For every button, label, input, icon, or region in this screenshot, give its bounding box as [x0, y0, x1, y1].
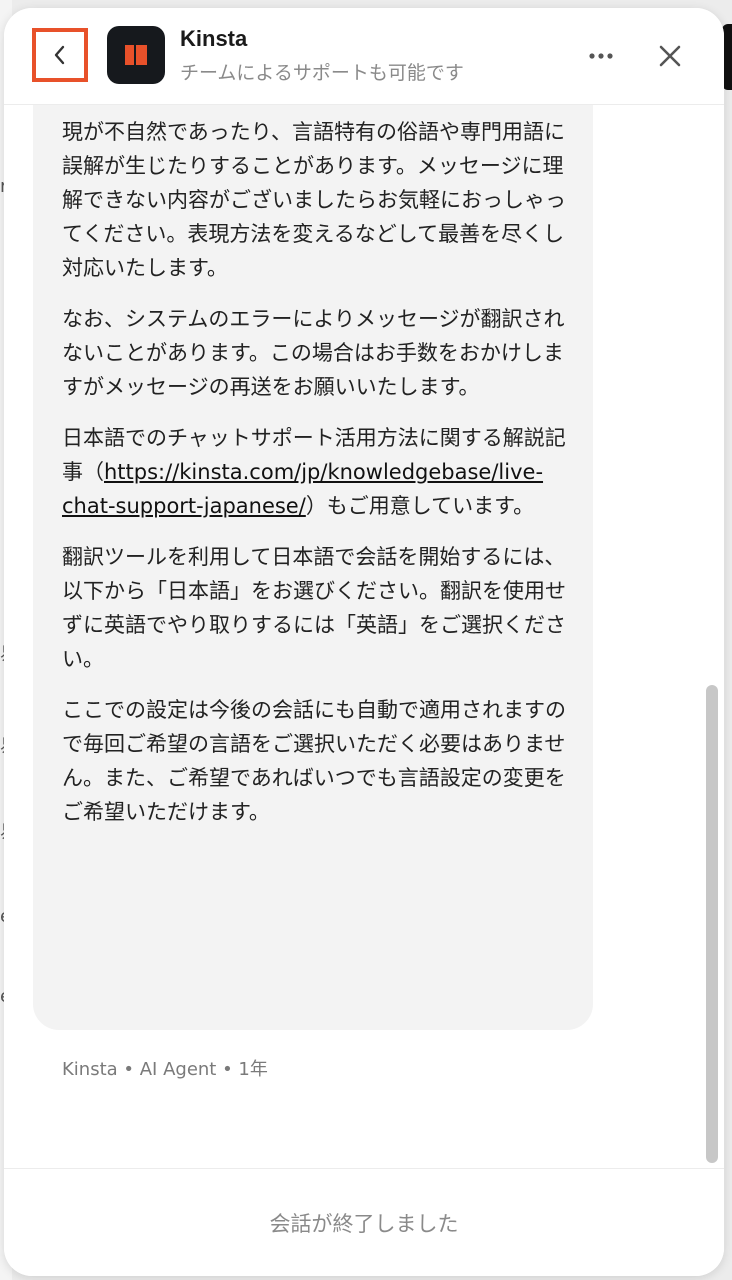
scrollbar-thumb[interactable]	[706, 685, 718, 1163]
chat-header: Kinsta チームによるサポートも可能です	[4, 8, 724, 105]
kinsta-logo-icon	[125, 45, 147, 65]
chevron-left-icon	[54, 45, 65, 65]
message-paragraph: ここでの設定は今後の会話にも自動で適用されますので毎回ご希望の言語をご選択いただ…	[62, 698, 566, 824]
close-icon	[659, 45, 681, 67]
message-paragraph-with-link: 日本語でのチャットサポート活用方法に関する解説記事（https://kinsta…	[62, 421, 567, 523]
message-paragraph: なお、システムのエラーによりメッセージが翻訳されないことがあります。この場合はお…	[62, 307, 565, 399]
chat-footer: 会話が終了しました	[4, 1168, 724, 1276]
agent-message-bubble: 現が不自然であったり、言語特有の俗語や専門用語に誤解が生じたりすることがあります…	[33, 105, 593, 1030]
more-options-button[interactable]	[582, 42, 622, 70]
conversation-ended-status: 会話が終了しました	[269, 1212, 459, 1236]
message-meta: Kinsta • AI Agent • 1年	[62, 1059, 268, 1080]
back-button[interactable]	[32, 28, 88, 82]
message-text: ）もご用意しています。	[305, 494, 535, 518]
close-button[interactable]	[652, 38, 688, 74]
message-paragraph: 現が不自然であったり、言語特有の俗語や専門用語に誤解が生じたりすることがあります…	[62, 120, 566, 280]
chat-title: Kinsta	[180, 26, 248, 51]
kinsta-logo	[107, 26, 165, 84]
chat-subtitle: チームによるサポートも可能です	[180, 62, 464, 84]
more-horizontal-icon	[589, 53, 613, 59]
message-paragraph: 翻訳ツールを利用して日本語で会話を開始するには、以下から「日本語」をお選びくださ…	[62, 545, 566, 671]
chat-widget: Kinsta チームによるサポートも可能です 現が不自然であったり、言語特有の俗…	[4, 8, 724, 1276]
message-list[interactable]: 現が不自然であったり、言語特有の俗語や専門用語に誤解が生じたりすることがあります…	[4, 105, 724, 1169]
